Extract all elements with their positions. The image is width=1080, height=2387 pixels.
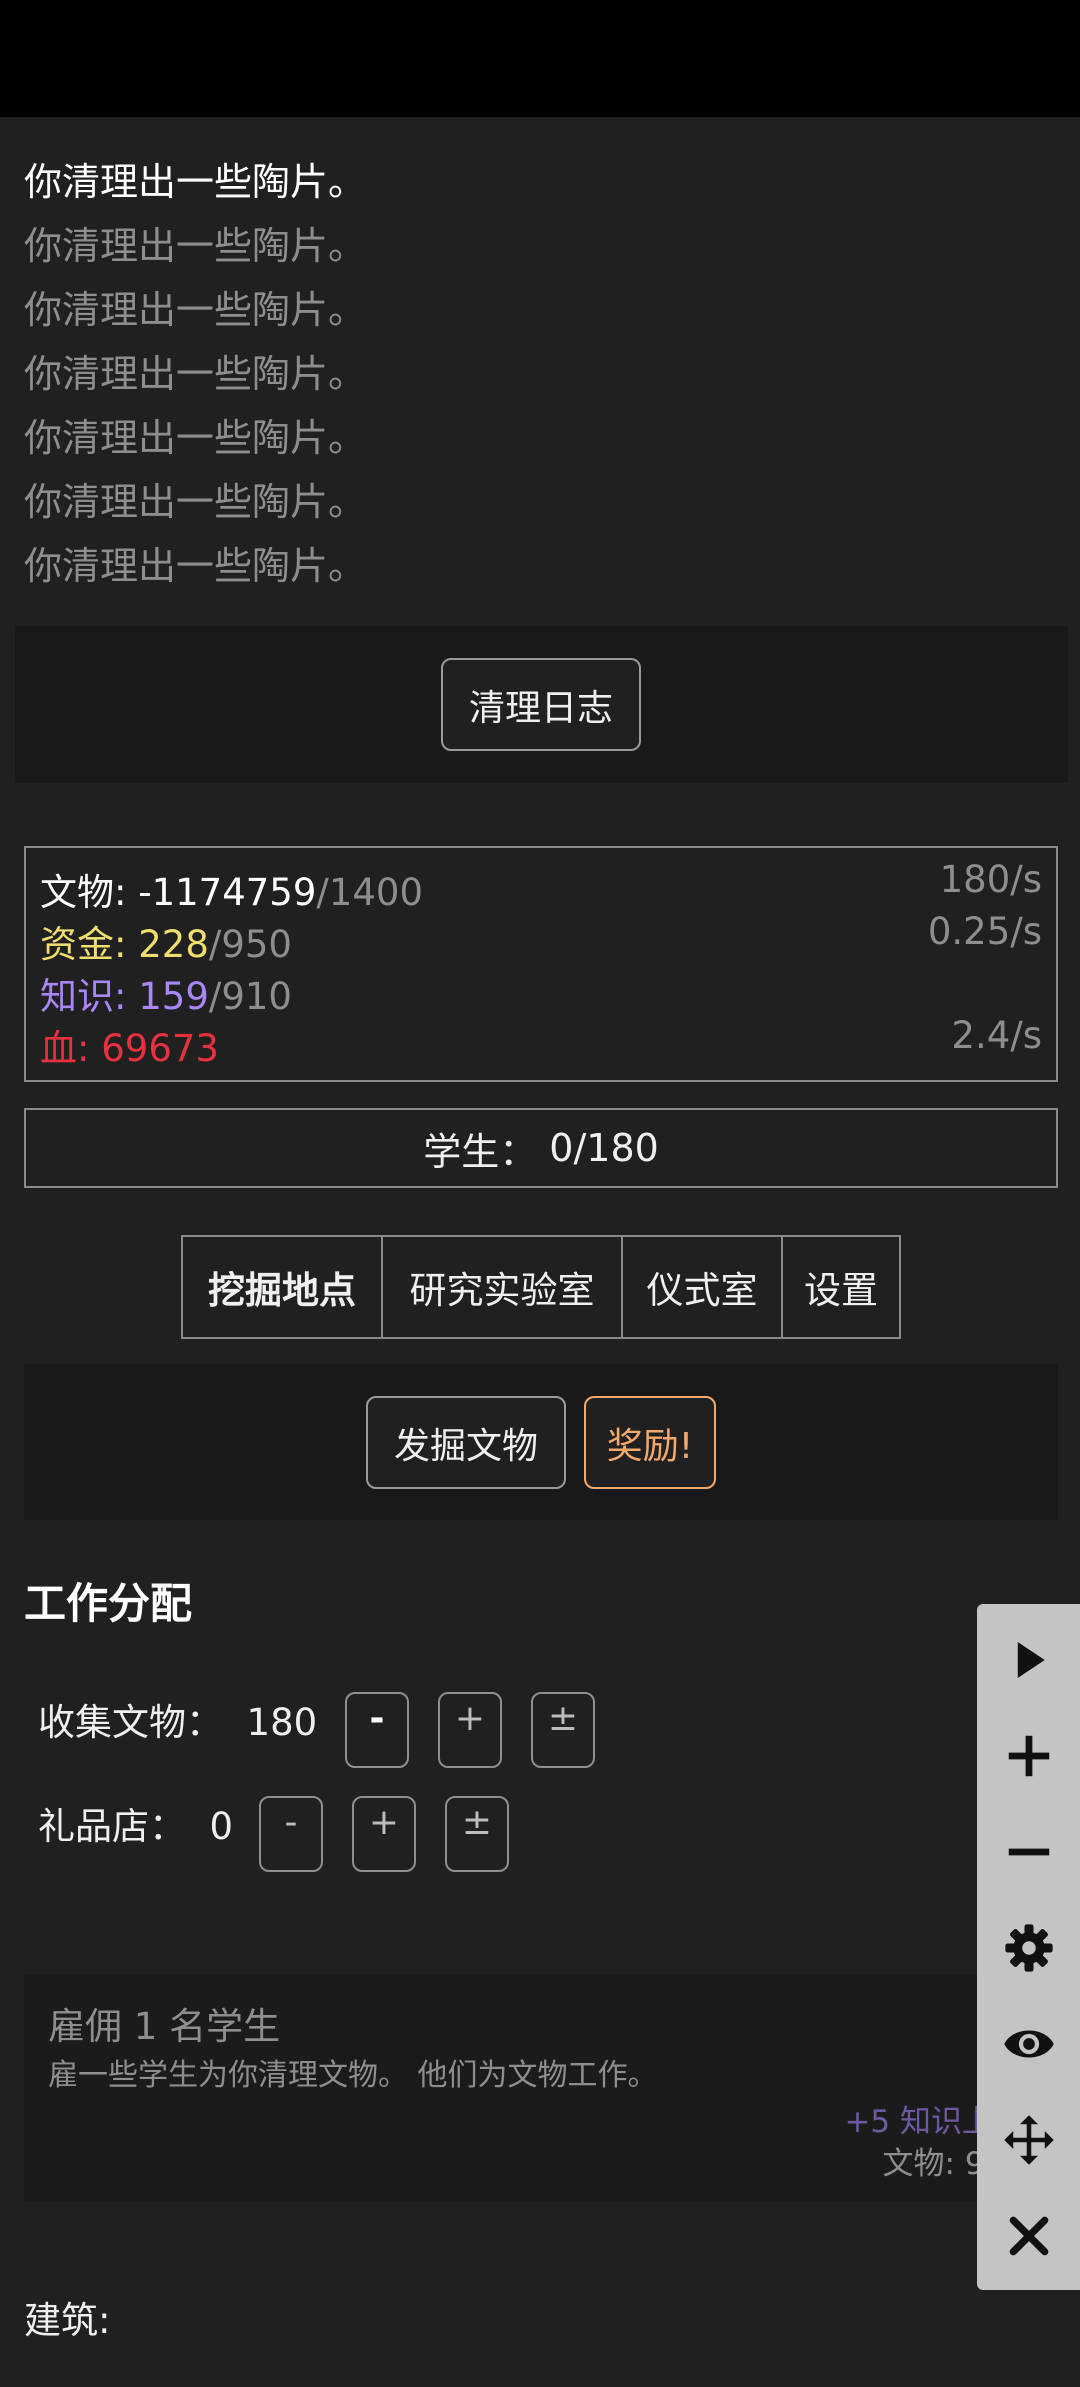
log-line: 你清理出一些陶片。 bbox=[24, 160, 367, 204]
gear-icon[interactable] bbox=[977, 1900, 1080, 1996]
resource-value: 159 bbox=[138, 975, 209, 1018]
tab-ritual-room[interactable]: 仪式室 bbox=[623, 1237, 783, 1337]
log-line: 你清理出一些陶片。 bbox=[24, 416, 367, 460]
resource-max: /910 bbox=[208, 975, 292, 1018]
dig-artifacts-button[interactable]: 发掘文物 bbox=[366, 1396, 566, 1489]
students-label: 学生： bbox=[423, 1129, 538, 1174]
hire-student-card[interactable]: 雇佣 1 名学生 雇一些学生为你清理文物。 他们为文物工作。 +5 知识上限 文… bbox=[24, 1974, 1024, 2202]
move-icon[interactable] bbox=[977, 2092, 1080, 2188]
card-title: 雇佣 1 名学生 bbox=[48, 2005, 281, 2048]
worker-row-collect: 收集文物： 180 bbox=[38, 1692, 317, 1746]
resource-rate: 2.4/s bbox=[951, 1014, 1042, 1057]
resource-max: /1400 bbox=[316, 871, 424, 914]
log-line: 你清理出一些陶片。 bbox=[24, 224, 367, 268]
students-counter: 学生： 0/180 bbox=[24, 1108, 1058, 1188]
resource-value: -1174759 bbox=[138, 871, 317, 914]
minus-icon[interactable] bbox=[977, 1804, 1080, 1900]
increase-button[interactable]: + bbox=[352, 1796, 416, 1872]
decrease-button[interactable]: - bbox=[259, 1796, 323, 1872]
worker-label: 礼品店： bbox=[38, 1805, 186, 1848]
close-icon[interactable] bbox=[977, 2188, 1080, 2284]
resource-knowledge: 知识: 159/910 bbox=[40, 966, 292, 1020]
clear-log-button[interactable]: 清理日志 bbox=[441, 658, 641, 751]
tab-research-lab[interactable]: 研究实验室 bbox=[383, 1237, 623, 1337]
decrease-button[interactable]: - bbox=[345, 1692, 409, 1768]
worker-row-giftshop: 礼品店： 0 bbox=[38, 1796, 233, 1850]
worker-label: 收集文物： bbox=[38, 1701, 223, 1744]
resource-label: 血: bbox=[40, 1027, 102, 1070]
resource-blood: 血: 69673 bbox=[40, 1018, 219, 1072]
resources-panel: 文物: -1174759/1400 180/s 资金: 228/950 0.25… bbox=[24, 846, 1058, 1082]
resource-rate: 0.25/s bbox=[927, 910, 1042, 953]
worker-count: 0 bbox=[209, 1805, 234, 1848]
resource-rate: 180/s bbox=[939, 858, 1042, 901]
reward-button[interactable]: 奖励! bbox=[584, 1396, 716, 1489]
increase-button[interactable]: + bbox=[438, 1692, 502, 1768]
resource-label: 文物: bbox=[40, 871, 139, 914]
eye-icon[interactable] bbox=[977, 1996, 1080, 2092]
worker-count: 180 bbox=[246, 1701, 318, 1744]
floating-toolbar bbox=[977, 1604, 1080, 2290]
tab-settings[interactable]: 设置 bbox=[783, 1237, 899, 1337]
resource-label: 知识: bbox=[40, 975, 139, 1018]
log-line: 你清理出一些陶片。 bbox=[24, 480, 367, 524]
students-value: 0/180 bbox=[549, 1126, 659, 1170]
tab-dig-site[interactable]: 挖掘地点 bbox=[183, 1237, 383, 1337]
play-icon[interactable] bbox=[977, 1612, 1080, 1708]
log-line: 你清理出一些陶片。 bbox=[24, 544, 367, 588]
resource-value: 69673 bbox=[101, 1027, 219, 1070]
resource-funds: 资金: 228/950 bbox=[40, 914, 292, 968]
toggle-button[interactable]: ± bbox=[531, 1692, 595, 1768]
section-title-work: 工作分配 bbox=[24, 1579, 193, 1628]
toggle-button[interactable]: ± bbox=[445, 1796, 509, 1872]
log-line: 你清理出一些陶片。 bbox=[24, 352, 367, 396]
buildings-heading: 建筑: bbox=[24, 2299, 111, 2342]
card-description: 雇一些学生为你清理文物。 他们为文物工作。 bbox=[48, 2058, 658, 2093]
resource-max: /950 bbox=[208, 923, 292, 966]
log-line: 你清理出一些陶片。 bbox=[24, 288, 367, 332]
main-tabs: 挖掘地点 研究实验室 仪式室 设置 bbox=[181, 1235, 901, 1339]
message-log: 你清理出一些陶片。 你清理出一些陶片。 你清理出一些陶片。 你清理出一些陶片。 … bbox=[24, 150, 366, 598]
plus-icon[interactable] bbox=[977, 1708, 1080, 1804]
resource-artifacts: 文物: -1174759/1400 bbox=[40, 862, 423, 916]
resource-value: 228 bbox=[138, 923, 209, 966]
status-bar bbox=[0, 0, 1080, 117]
resource-label: 资金: bbox=[40, 923, 139, 966]
